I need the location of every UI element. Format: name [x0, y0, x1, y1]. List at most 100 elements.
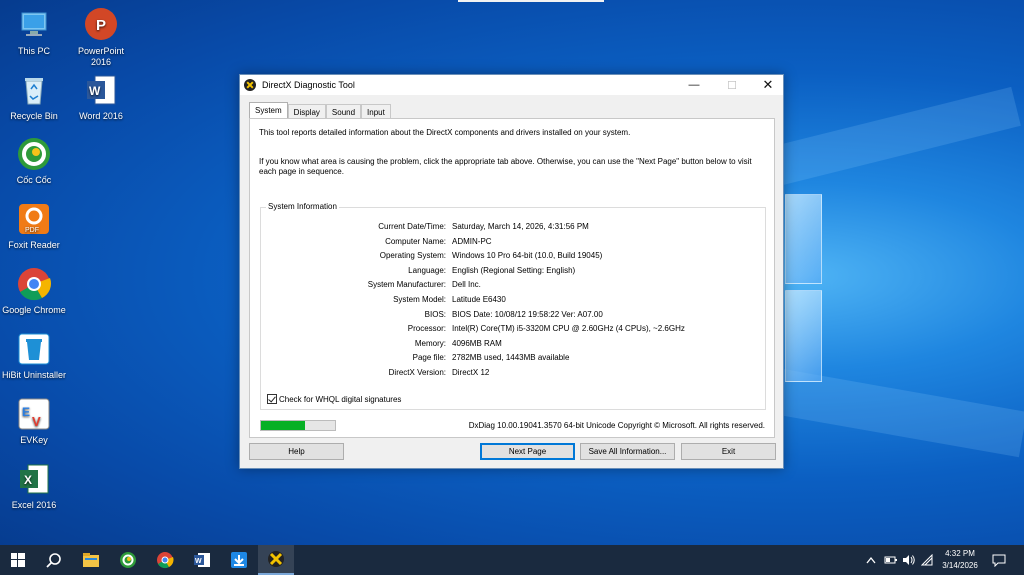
info-value: BIOS Date: 10/08/12 19:58:22 Ver: A07.00	[452, 310, 603, 319]
svg-text:W: W	[89, 84, 101, 98]
desktop-icon-foxit-reader[interactable]: PDF Foxit Reader	[0, 201, 68, 251]
group-title: System Information	[266, 202, 339, 211]
taskbar-chrome[interactable]	[147, 545, 183, 575]
info-label: Operating System:	[379, 251, 446, 260]
info-value: 4096MB RAM	[452, 339, 502, 348]
instruction-text: If you know what area is causing the pro…	[259, 157, 752, 176]
start-button[interactable]	[0, 545, 36, 575]
file-explorer-icon	[83, 553, 99, 567]
help-button[interactable]: Help	[249, 443, 344, 460]
word-icon: W	[83, 72, 119, 108]
info-row-datetime: Current Date/Time: Saturday, March 14, 2…	[261, 222, 761, 234]
info-value: Latitude E6430	[452, 295, 506, 304]
desktop-icon-word[interactable]: W Word 2016	[67, 72, 135, 122]
clock-date: 3/14/2026	[942, 561, 978, 570]
desktop-icon-recycle-bin[interactable]: Recycle Bin	[0, 72, 68, 122]
directx-icon	[268, 551, 284, 567]
notification-icon	[992, 554, 1006, 567]
svg-text:V: V	[32, 414, 41, 429]
speaker-icon	[903, 555, 915, 565]
info-row-model: System Model: Latitude E6430	[261, 295, 761, 307]
foxit-icon: PDF	[16, 201, 52, 237]
exit-button[interactable]: Exit	[681, 443, 776, 460]
desktop-icon-this-pc[interactable]: This PC	[0, 7, 68, 57]
info-label: Page file:	[412, 353, 446, 362]
hibit-icon	[16, 331, 52, 367]
info-label: System Model:	[393, 295, 446, 304]
desktop-icon-evkey[interactable]: EV EVKey	[0, 396, 68, 446]
next-page-button[interactable]: Next Page	[480, 443, 575, 460]
checkbox-checked-icon[interactable]	[267, 394, 277, 404]
info-value: DirectX 12	[452, 368, 490, 377]
info-value: Windows 10 Pro 64-bit (10.0, Build 19045…	[452, 251, 603, 260]
minimize-button[interactable]: —	[677, 75, 711, 95]
desktop-icon-excel[interactable]: X Excel 2016	[0, 461, 68, 511]
tab-strip: System Display Sound Input	[249, 102, 391, 120]
info-label: Processor:	[407, 324, 446, 333]
powerpoint-icon: P	[83, 7, 119, 43]
tab-display[interactable]: Display	[287, 104, 326, 119]
whql-checkbox[interactable]: Check for WHQL digital signatures	[267, 394, 401, 404]
system-information-group: System Information Current Date/Time: Sa…	[260, 202, 766, 410]
this-pc-icon	[16, 7, 52, 43]
show-hidden-icons-button[interactable]	[866, 545, 876, 575]
dxdiag-window: DirectX Diagnostic Tool — ☐ ✕ System Dis…	[239, 74, 784, 469]
taskbar-clock[interactable]: 4:32 PM 3/14/2026	[932, 548, 988, 572]
chrome-icon	[157, 552, 174, 569]
desktop-icon-chrome[interactable]: Google Chrome	[0, 266, 68, 316]
chrome-icon	[16, 266, 52, 302]
info-row-manufacturer: System Manufacturer: Dell Inc.	[261, 280, 761, 292]
info-value: ADMIN-PC	[452, 237, 492, 246]
taskbar-dxdiag[interactable]	[258, 545, 294, 575]
info-value: 2782MB used, 1443MB available	[452, 353, 570, 362]
volume-tray-button[interactable]	[902, 545, 916, 575]
word-icon: W	[194, 553, 210, 567]
search-icon	[46, 553, 61, 568]
copyright-text: DxDiag 10.00.19041.3570 64-bit Unicode C…	[468, 421, 765, 430]
recycle-bin-icon	[16, 72, 52, 108]
window-title: DirectX Diagnostic Tool	[262, 80, 355, 90]
info-label: DirectX Version:	[388, 368, 446, 377]
clock-time: 4:32 PM	[945, 549, 975, 558]
save-all-information-button[interactable]: Save All Information...	[580, 443, 675, 460]
info-row-bios: BIOS: BIOS Date: 10/08/12 19:58:22 Ver: …	[261, 310, 761, 322]
svg-text:PDF: PDF	[25, 227, 39, 234]
taskbar-coccoc[interactable]	[110, 545, 146, 575]
taskbar-downloader[interactable]	[221, 545, 257, 575]
info-label: Current Date/Time:	[378, 222, 446, 231]
progress-fill	[261, 421, 306, 430]
close-button[interactable]: ✕	[751, 75, 785, 95]
svg-text:X: X	[24, 473, 32, 487]
svg-text:P: P	[96, 17, 106, 34]
info-value: English (Regional Setting: English)	[452, 266, 576, 275]
coccoc-icon	[120, 552, 136, 568]
power-tray-button[interactable]	[884, 545, 898, 575]
desktop-icon-hibit-uninstaller[interactable]: HiBit Uninstaller	[0, 331, 68, 381]
info-value: Dell Inc.	[452, 280, 481, 289]
coccoc-icon	[16, 136, 52, 172]
info-label: BIOS:	[424, 310, 446, 319]
taskbar-word[interactable]: W	[184, 545, 220, 575]
info-value: Saturday, March 14, 2026, 4:31:56 PM	[452, 222, 589, 231]
whql-label: Check for WHQL digital signatures	[279, 394, 402, 404]
desktop-icon-coccoc[interactable]: Cốc Cốc	[0, 136, 68, 186]
info-label: System Manufacturer:	[367, 280, 446, 289]
info-row-language: Language: English (Regional Setting: Eng…	[261, 266, 761, 278]
notifications-button[interactable]	[992, 545, 1006, 575]
excel-icon: X	[16, 461, 52, 497]
progress-bar	[260, 420, 336, 431]
info-label: Computer Name:	[385, 237, 446, 246]
tab-input[interactable]: Input	[361, 104, 391, 119]
info-label: Memory:	[414, 339, 446, 348]
chevron-up-icon	[866, 556, 876, 564]
desktop-icon-powerpoint[interactable]: P PowerPoint 2016	[67, 7, 135, 68]
maximize-button[interactable]: ☐	[715, 75, 749, 95]
info-value: Intel(R) Core(TM) i5-3320M CPU @ 2.60GHz…	[452, 324, 685, 333]
svg-text:E: E	[22, 405, 30, 419]
title-bar[interactable]: DirectX Diagnostic Tool — ☐ ✕	[240, 75, 783, 95]
tab-sound[interactable]: Sound	[325, 104, 362, 119]
info-row-os: Operating System: Windows 10 Pro 64-bit …	[261, 251, 761, 263]
search-button[interactable]	[36, 545, 72, 575]
top-edge-strip	[458, 0, 604, 2]
taskbar-file-explorer[interactable]	[73, 545, 109, 575]
